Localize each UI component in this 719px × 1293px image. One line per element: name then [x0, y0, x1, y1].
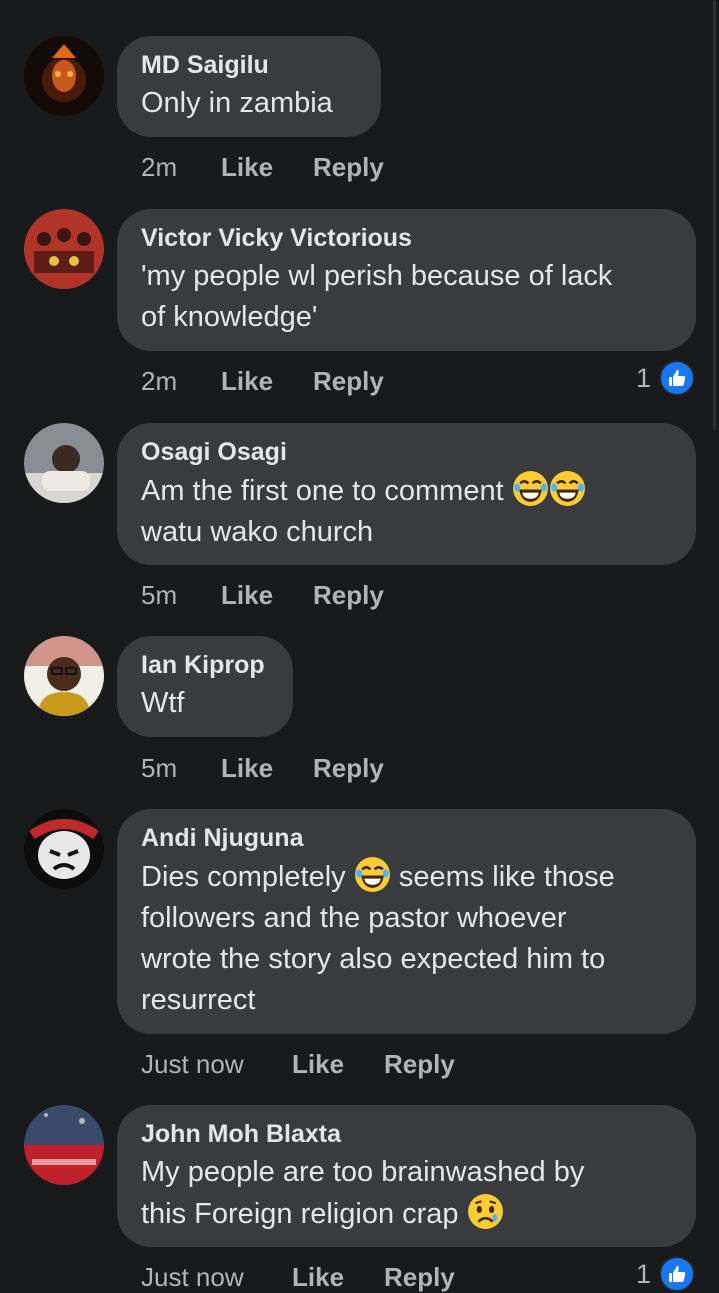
reply-button[interactable]: Reply	[313, 366, 384, 397]
comment-time[interactable]: Just now	[141, 1262, 292, 1293]
comment-time[interactable]: Just now	[141, 1049, 292, 1080]
comment-time[interactable]: 2m	[141, 152, 221, 183]
avatar[interactable]	[24, 36, 104, 116]
laughing-tears-emoji-icon	[549, 471, 585, 506]
reply-button[interactable]: Reply	[384, 1049, 455, 1080]
laughing-tears-emoji-icon	[354, 857, 390, 892]
avatar[interactable]	[24, 636, 104, 716]
thumbs-up-icon	[659, 1256, 695, 1292]
comment-actions: 2m Like Reply	[141, 366, 384, 397]
reaction-count[interactable]: 1	[636, 360, 695, 396]
laughing-tears-emoji-icon	[512, 471, 548, 506]
reaction-count[interactable]: 1	[636, 1256, 695, 1292]
like-button[interactable]: Like	[221, 366, 313, 397]
comment-text: My people are too brainwashed by this Fo…	[141, 1156, 585, 1230]
reaction-number: 1	[635, 362, 651, 393]
comment-author[interactable]: Victor Vicky Victorious	[141, 223, 672, 253]
comment-actions: 2m Like Reply	[141, 152, 384, 183]
comment-text: 'my people wl perish because of lack of k…	[141, 260, 613, 333]
comment-author[interactable]: Andi Njuguna	[141, 823, 672, 853]
comment-actions: Just now Like Reply	[141, 1262, 455, 1293]
like-button[interactable]: Like	[221, 580, 313, 611]
thumbs-up-icon	[659, 360, 695, 396]
comment-author[interactable]: John Moh Blaxta	[141, 1119, 672, 1149]
comment-text: Only in zambia	[141, 87, 333, 119]
like-button[interactable]: Like	[292, 1262, 384, 1293]
like-button[interactable]: Like	[292, 1049, 384, 1080]
avatar[interactable]	[24, 209, 104, 289]
reply-button[interactable]: Reply	[313, 580, 384, 611]
like-button[interactable]: Like	[221, 753, 313, 784]
sad-face-emoji-icon	[467, 1194, 503, 1229]
comment-bubble: Andi Njuguna Dies completely seems like …	[117, 809, 696, 1034]
avatar[interactable]	[24, 1105, 104, 1185]
reaction-number: 1	[635, 1258, 651, 1289]
comment-text: Wtf	[141, 687, 185, 719]
comment-actions: Just now Like Reply	[141, 1049, 455, 1080]
comment-bubble: MD Saigilu Only in zambia	[117, 36, 381, 137]
comment-author[interactable]: MD Saigilu	[141, 50, 357, 80]
reply-button[interactable]: Reply	[313, 753, 384, 784]
comment-bubble: Osagi Osagi Am the first one to comment …	[117, 423, 696, 565]
comment-actions: 5m Like Reply	[141, 753, 384, 784]
scrollbar[interactable]	[713, 0, 716, 430]
comment-text: Dies completely seems like those followe…	[141, 856, 672, 1021]
comment-bubble: Ian Kiprop Wtf	[117, 636, 293, 737]
avatar[interactable]	[24, 809, 104, 889]
reply-button[interactable]: Reply	[313, 152, 384, 183]
comment-bubble: Victor Vicky Victorious 'my people wl pe…	[117, 209, 696, 351]
like-button[interactable]: Like	[221, 152, 313, 183]
avatar[interactable]	[24, 423, 104, 503]
comment-actions: 5m Like Reply	[141, 580, 384, 611]
comment-author[interactable]: Ian Kiprop	[141, 650, 269, 680]
comment-bubble: John Moh Blaxta My people are too brainw…	[117, 1105, 696, 1247]
comment-author[interactable]: Osagi Osagi	[141, 437, 672, 467]
comment-text: Am the first one to comment watu wako ch…	[141, 470, 672, 553]
comment-time[interactable]: 5m	[141, 753, 221, 784]
reply-button[interactable]: Reply	[384, 1262, 455, 1293]
comment-time[interactable]: 5m	[141, 580, 221, 611]
comment-time[interactable]: 2m	[141, 366, 221, 397]
